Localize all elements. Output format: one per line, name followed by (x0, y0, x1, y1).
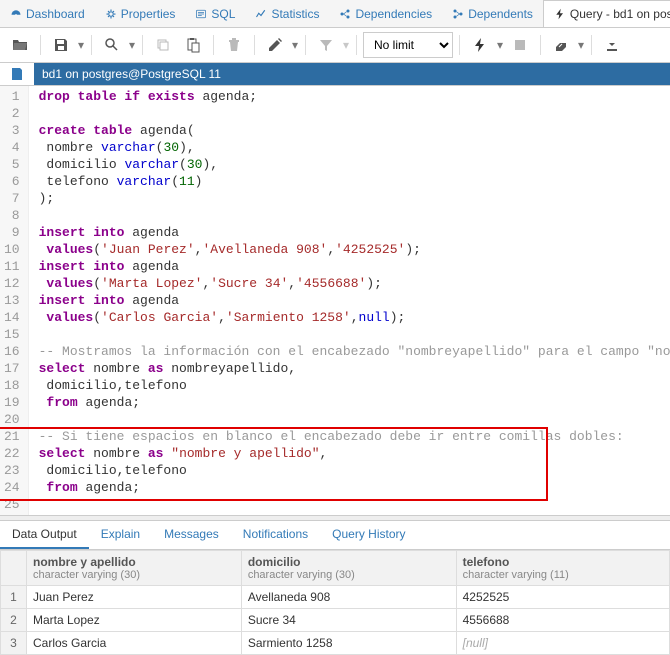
code-area[interactable]: drop table if exists agenda; create tabl… (29, 86, 670, 515)
dependencies-icon (339, 8, 351, 20)
connection-bar: bd1 on postgres@PostgreSQL 11 (0, 63, 670, 86)
tab-query[interactable]: Query - bd1 on postgres@PostgreSQL 11 (543, 0, 670, 27)
code-line[interactable] (39, 326, 670, 343)
tab-statistics[interactable]: Statistics (245, 0, 329, 27)
filter-dropdown[interactable]: ▾ (342, 38, 350, 52)
code-line[interactable]: insert into agenda (39, 224, 670, 241)
code-line[interactable]: values('Carlos Garcia','Sarmiento 1258',… (39, 309, 670, 326)
cell[interactable]: [null] (456, 632, 669, 655)
gear-icon (105, 8, 117, 20)
code-line[interactable] (39, 105, 670, 122)
filter-button[interactable] (312, 32, 340, 58)
code-line[interactable]: values('Marta Lopez','Sucre 34','4556688… (39, 275, 670, 292)
code-line[interactable]: telefono varchar(11) (39, 173, 670, 190)
sql-editor[interactable]: 1234567891011121314151617181920212223242… (0, 86, 670, 515)
column-header[interactable]: domiciliocharacter varying (30) (241, 551, 456, 586)
code-line[interactable] (39, 496, 670, 513)
lightning-icon (554, 8, 566, 20)
tab-sql[interactable]: SQL (185, 0, 245, 27)
code-line[interactable]: domicilio varchar(30), (39, 156, 670, 173)
cell[interactable]: Avellaneda 908 (241, 586, 456, 609)
execute-dropdown[interactable]: ▾ (496, 38, 504, 52)
code-line[interactable]: -- Mostramos la información con el encab… (39, 343, 670, 360)
code-line[interactable]: create table agenda( (39, 122, 670, 139)
clear-button[interactable] (547, 32, 575, 58)
table-row[interactable]: 1Juan PerezAvellaneda 9084252525 (1, 586, 670, 609)
row-number[interactable]: 2 (1, 609, 27, 632)
result-tab-query-history[interactable]: Query History (320, 521, 417, 549)
code-line[interactable]: ); (39, 190, 670, 207)
cell[interactable]: Sarmiento 1258 (241, 632, 456, 655)
cell[interactable]: Sucre 34 (241, 609, 456, 632)
stop-button[interactable] (506, 32, 534, 58)
result-tab-explain[interactable]: Explain (89, 521, 152, 549)
top-tab-bar: Dashboard Properties SQL Statistics Depe… (0, 0, 670, 28)
sql-icon (195, 8, 207, 20)
code-line[interactable] (39, 207, 670, 224)
open-file-button[interactable] (6, 32, 34, 58)
cell[interactable]: Marta Lopez (27, 609, 242, 632)
scratch-pad-icon[interactable] (0, 66, 34, 82)
download-button[interactable] (598, 32, 626, 58)
cell[interactable]: Juan Perez (27, 586, 242, 609)
code-line[interactable]: from agenda; (39, 394, 670, 411)
table-row[interactable]: 3Carlos GarciaSarmiento 1258[null] (1, 632, 670, 655)
result-tab-data-output[interactable]: Data Output (0, 521, 89, 549)
code-line[interactable] (39, 411, 670, 428)
save-dropdown[interactable]: ▾ (77, 38, 85, 52)
code-line[interactable]: nombre varchar(30), (39, 139, 670, 156)
toolbar: ▾ ▾ ▾ ▾ No limit ▾ ▾ (0, 28, 670, 63)
cell[interactable]: 4556688 (456, 609, 669, 632)
result-tab-bar: Data Output Explain Messages Notificatio… (0, 521, 670, 550)
tab-dependents[interactable]: Dependents (442, 0, 543, 27)
code-line[interactable]: from agenda; (39, 479, 670, 496)
code-line[interactable]: select nombre as "nombre y apellido", (39, 445, 670, 462)
connection-label[interactable]: bd1 on postgres@PostgreSQL 11 (34, 63, 670, 85)
copy-button[interactable] (149, 32, 177, 58)
code-line[interactable]: -- Si tiene espacios en blanco el encabe… (39, 428, 670, 445)
tab-dashboard[interactable]: Dashboard (0, 0, 95, 27)
dependents-icon (452, 8, 464, 20)
cell[interactable]: Carlos Garcia (27, 632, 242, 655)
code-line[interactable]: drop table if exists agenda; (39, 88, 670, 105)
clear-dropdown[interactable]: ▾ (577, 38, 585, 52)
result-tab-notifications[interactable]: Notifications (231, 521, 320, 549)
find-dropdown[interactable]: ▾ (128, 38, 136, 52)
corner-cell[interactable] (1, 551, 27, 586)
find-button[interactable] (98, 32, 126, 58)
result-grid[interactable]: nombre y apellidocharacter varying (30)d… (0, 550, 670, 655)
save-button[interactable] (47, 32, 75, 58)
edit-dropdown[interactable]: ▾ (291, 38, 299, 52)
table-row[interactable]: 2Marta LopezSucre 344556688 (1, 609, 670, 632)
tab-dependencies[interactable]: Dependencies (329, 0, 442, 27)
limit-select[interactable]: No limit (363, 32, 453, 58)
delete-button[interactable] (220, 32, 248, 58)
line-gutter: 1234567891011121314151617181920212223242… (0, 86, 29, 515)
code-line[interactable]: select nombre as nombreyapellido, (39, 360, 670, 377)
code-line[interactable]: insert into agenda (39, 258, 670, 275)
execute-button[interactable] (466, 32, 494, 58)
dashboard-icon (10, 8, 22, 20)
chart-icon (255, 8, 267, 20)
column-header[interactable]: nombre y apellidocharacter varying (30) (27, 551, 242, 586)
row-number[interactable]: 1 (1, 586, 27, 609)
cell[interactable]: 4252525 (456, 586, 669, 609)
code-line[interactable]: insert into agenda (39, 292, 670, 309)
edit-button[interactable] (261, 32, 289, 58)
code-line[interactable]: domicilio,telefono (39, 377, 670, 394)
paste-button[interactable] (179, 32, 207, 58)
column-header[interactable]: telefonocharacter varying (11) (456, 551, 669, 586)
row-number[interactable]: 3 (1, 632, 27, 655)
tab-properties[interactable]: Properties (95, 0, 186, 27)
result-tab-messages[interactable]: Messages (152, 521, 231, 549)
code-line[interactable]: values('Juan Perez','Avellaneda 908','42… (39, 241, 670, 258)
code-line[interactable]: domicilio,telefono (39, 462, 670, 479)
